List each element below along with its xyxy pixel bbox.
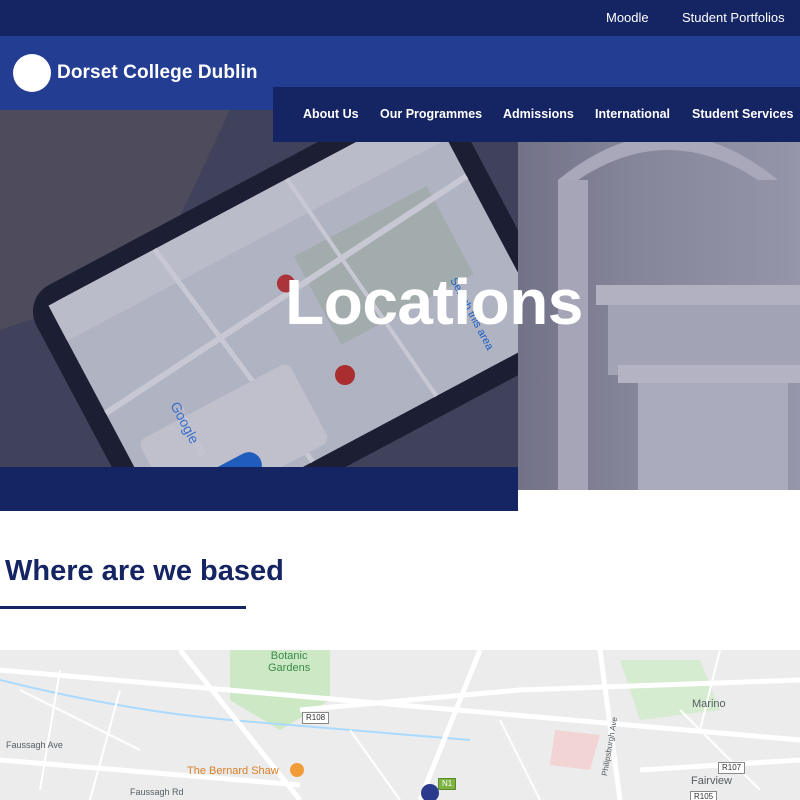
brand-name[interactable]: Dorset College Dublin: [57, 62, 258, 84]
road-shield-r108: R108: [302, 712, 330, 724]
map-label-marino: Marino: [692, 698, 726, 710]
nav-item-admissions[interactable]: Admissions: [503, 107, 574, 121]
section-heading: Where are we based: [5, 555, 284, 587]
road-shield-n1: N1: [438, 778, 457, 790]
main-navigation: About Us Our Programmes Admissions Inter…: [273, 87, 800, 142]
nav-item-student-services[interactable]: Student Services: [692, 107, 793, 121]
map-label-bernard-shaw[interactable]: The Bernard Shaw: [187, 765, 279, 777]
top-utility-bar: Moodle Student Portfolios: [0, 0, 800, 36]
map-roads: [0, 650, 800, 800]
map-label-faussagh-ave: Faussagh Ave: [6, 740, 63, 750]
bar-icon: [290, 763, 304, 777]
map-label-fairview: Fairview: [691, 775, 732, 787]
nav-item-our-programmes[interactable]: Our Programmes: [380, 107, 482, 121]
hero-accent-band: [0, 467, 518, 511]
map-label-faussagh-rd: Faussagh Rd: [130, 787, 184, 797]
section-underline: [0, 606, 246, 609]
hero-banner: Directions Google Search this area Locat…: [0, 110, 800, 490]
moodle-link[interactable]: Moodle: [606, 10, 649, 25]
student-portfolios-link[interactable]: Student Portfolios: [682, 10, 785, 25]
nav-item-about-us[interactable]: About Us: [303, 107, 359, 121]
hero-title: Locations: [285, 266, 583, 338]
road-shield-r105: R105: [690, 791, 718, 800]
map-label-botanic-gardens: Botanic Gardens: [268, 650, 311, 674]
college-logo[interactable]: [13, 54, 51, 92]
location-map[interactable]: Botanic Gardens Marino Faussagh Ave Faus…: [0, 650, 800, 800]
road-shield-r107: R107: [718, 762, 746, 774]
nav-item-international[interactable]: International: [595, 107, 670, 121]
